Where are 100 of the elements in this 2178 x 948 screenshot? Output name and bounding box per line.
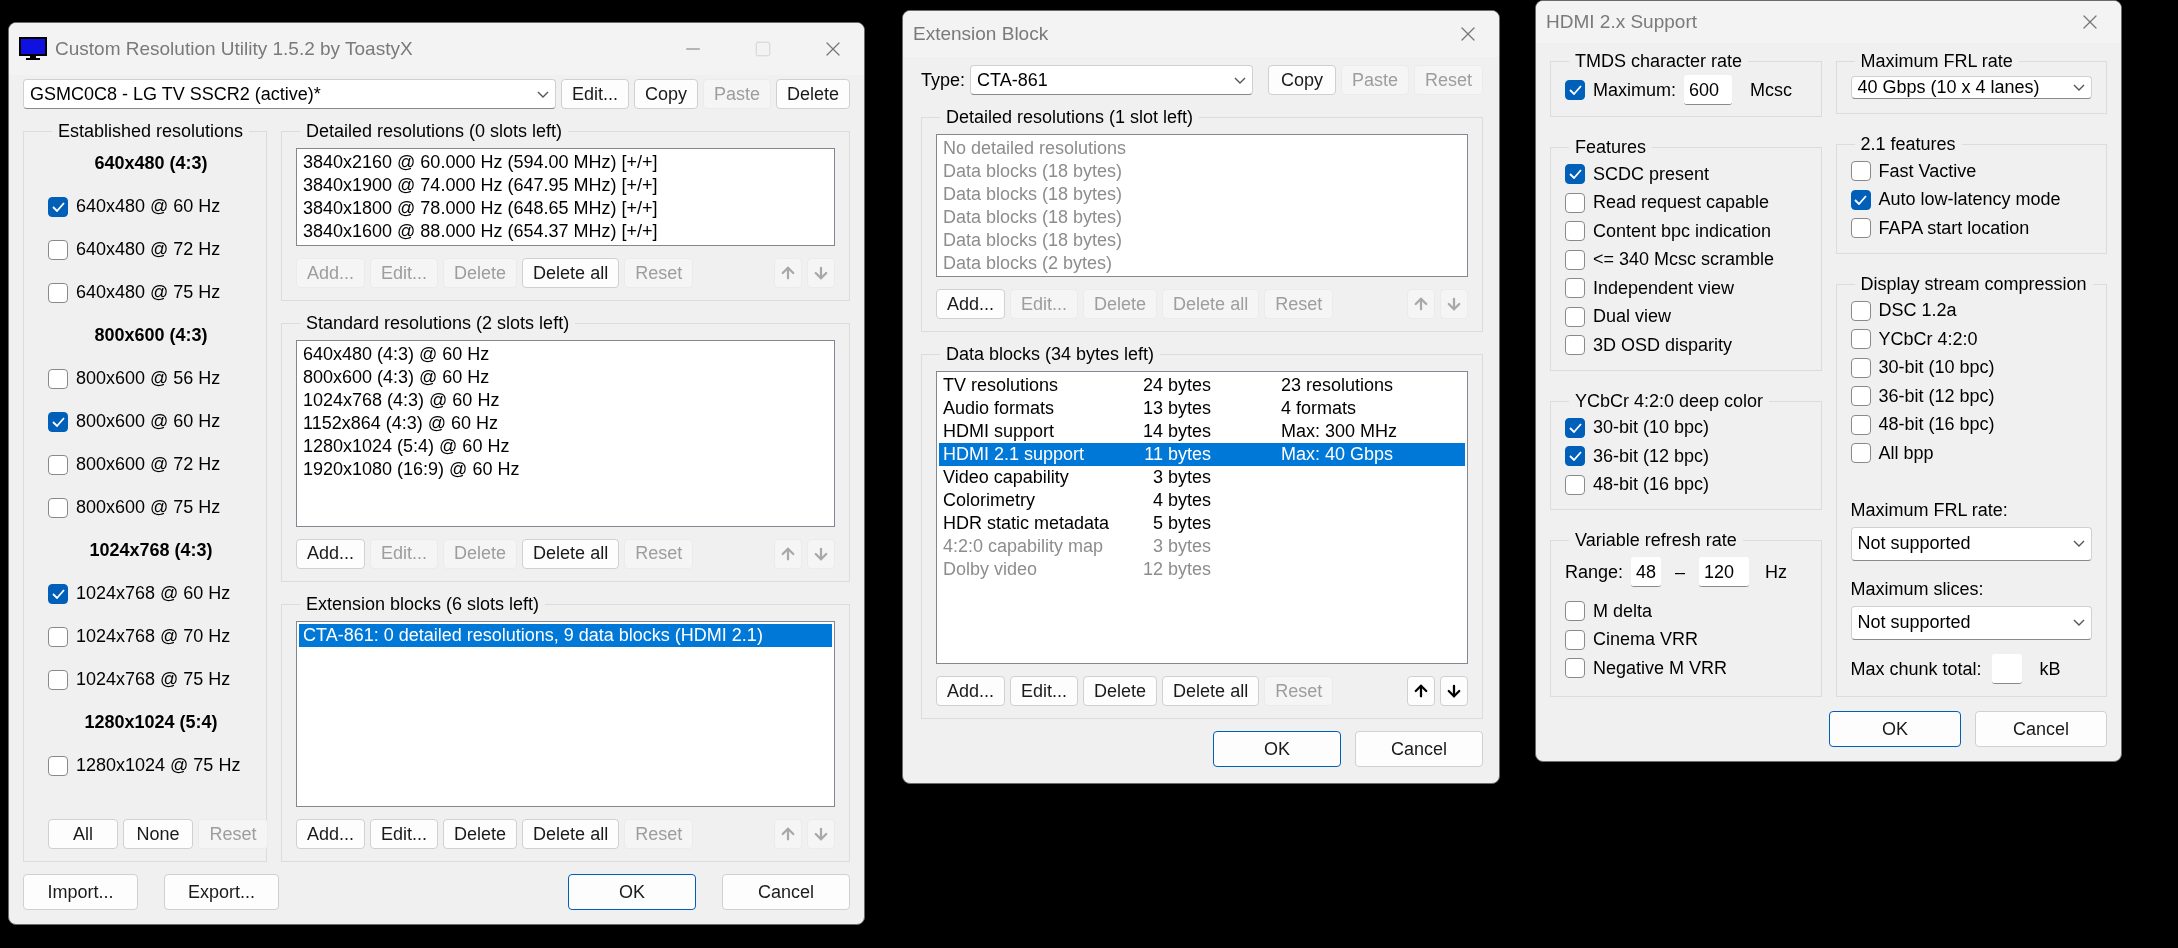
checkbox-label[interactable]: <= 340 Mcsc scramble (1593, 249, 1775, 271)
button[interactable]: Copy (1267, 65, 1336, 95)
button[interactable]: Edit... (1010, 676, 1079, 706)
dropdown[interactable]: CTA-861 (970, 65, 1254, 95)
list-item[interactable]: Colorimetry 4 bytes (939, 489, 1465, 512)
checkbox[interactable] (1565, 474, 1585, 495)
checkbox[interactable] (1850, 443, 1871, 464)
checkbox[interactable] (1850, 161, 1871, 182)
button[interactable]: Delete all (522, 538, 620, 569)
button[interactable]: Copy (633, 79, 698, 109)
checkbox-label[interactable]: 48-bit (16 bpc) (1878, 414, 1995, 436)
checkbox-label[interactable]: FAPA start location (1878, 217, 2030, 239)
checkbox[interactable] (1850, 189, 1871, 210)
button[interactable]: OK (568, 874, 696, 910)
button[interactable]: All (48, 819, 118, 849)
checkbox[interactable] (1850, 357, 1871, 378)
checkbox[interactable] (1565, 658, 1585, 679)
checkbox-label[interactable]: Negative M VRR (1593, 657, 1728, 679)
input-field[interactable] (1991, 654, 2022, 684)
list-item[interactable]: 3840x1800 @ 78.000 Hz (648.65 MHz) [+/+] (299, 197, 832, 220)
checkbox-label[interactable]: YCbCr 4:2:0 (1878, 328, 1978, 350)
button[interactable]: Add... (936, 289, 1006, 319)
list-item[interactable]: 640x480 (4:3) @ 60 Hz (299, 343, 832, 366)
list-item[interactable]: HDMI support 14 bytes Max: 300 MHz (939, 420, 1465, 443)
checkbox-label[interactable]: Auto low-latency mode (1878, 189, 2061, 211)
checkbox-label[interactable]: 640x480 @ 60 Hz (76, 196, 221, 217)
button[interactable]: Cancel (722, 874, 850, 910)
checkbox-label[interactable]: DSC 1.2a (1878, 300, 1957, 322)
checkbox-label[interactable]: All bpp (1878, 442, 1934, 464)
checkbox[interactable] (1565, 192, 1585, 213)
checkbox[interactable] (1565, 221, 1585, 242)
list-item[interactable]: CTA-861: 0 detailed resolutions, 9 data blocks (HDMI 2.1) (299, 623, 832, 647)
button[interactable]: None (123, 819, 193, 849)
checkbox[interactable] (48, 669, 68, 690)
checkbox-label[interactable]: 800x600 @ 60 Hz (76, 411, 221, 432)
checkbox[interactable] (1565, 164, 1585, 185)
checkbox-label[interactable]: 800x600 @ 75 Hz (76, 497, 221, 518)
list-item[interactable]: Video capability 3 bytes (939, 466, 1465, 489)
checkbox[interactable] (48, 411, 68, 432)
checkbox[interactable] (1850, 414, 1871, 435)
checkbox[interactable] (48, 497, 68, 518)
checkbox[interactable] (48, 368, 68, 389)
list-item[interactable]: HDMI 2.1 support 11 bytes Max: 40 Gbps (939, 443, 1465, 466)
button[interactable]: Delete all (522, 258, 620, 288)
input-field[interactable]: 48 (1631, 557, 1662, 587)
checkbox[interactable] (1565, 80, 1585, 100)
list-item[interactable]: 3840x2160 @ 60.000 Hz (594.00 MHz) [+/+] (299, 151, 832, 174)
checkbox-label[interactable]: 36-bit (12 bpc) (1593, 445, 1710, 467)
button[interactable]: OK (1213, 731, 1341, 767)
checkbox-label[interactable]: 30-bit (10 bpc) (1593, 417, 1710, 439)
list-item[interactable]: 1280x1024 (5:4) @ 60 Hz (299, 435, 832, 458)
list-item[interactable]: HDR static metadata 5 bytes (939, 512, 1465, 535)
move-down-button[interactable] (1440, 676, 1468, 706)
button[interactable]: Delete all (522, 819, 620, 849)
checkbox[interactable] (1565, 629, 1585, 650)
checkbox-label[interactable]: 36-bit (12 bpc) (1878, 385, 1995, 407)
checkbox-label[interactable]: Read request capable (1593, 192, 1770, 214)
button[interactable]: Edit... (370, 819, 439, 849)
checkbox-label[interactable]: Independent view (1593, 277, 1735, 299)
button[interactable]: OK (1829, 711, 1961, 747)
checkbox[interactable] (1565, 335, 1585, 356)
button[interactable]: Add... (296, 819, 366, 849)
button[interactable]: Edit... (560, 79, 629, 109)
checkbox[interactable] (48, 454, 68, 475)
button[interactable]: Export... (164, 874, 279, 910)
list-item[interactable]: 1024x768 (4:3) @ 60 Hz (299, 389, 832, 412)
button[interactable]: Add... (296, 538, 366, 569)
button[interactable]: Add... (936, 676, 1006, 706)
checkbox-label[interactable]: SCDC present (1593, 163, 1710, 185)
checkbox-label[interactable]: 800x600 @ 56 Hz (76, 368, 221, 389)
list-item[interactable]: TV resolutions 24 bytes 23 resolutions (939, 374, 1465, 397)
checkbox[interactable] (48, 239, 68, 260)
move-up-button[interactable] (1407, 676, 1435, 706)
button[interactable]: Delete (443, 819, 518, 849)
list-item[interactable]: 3840x1600 @ 88.000 Hz (654.37 MHz) [+/+] (299, 220, 832, 243)
checkbox[interactable] (1565, 417, 1585, 438)
checkbox[interactable] (1850, 329, 1871, 350)
button[interactable]: Cancel (1355, 731, 1483, 767)
checkbox[interactable] (1850, 218, 1871, 239)
checkbox-label[interactable]: 30-bit (10 bpc) (1878, 357, 1995, 379)
input-field[interactable]: 600 (1684, 75, 1732, 105)
checkbox[interactable] (1565, 306, 1585, 327)
checkbox[interactable] (48, 583, 68, 604)
button[interactable]: Delete (775, 79, 850, 109)
input-field[interactable]: 120 (1699, 557, 1750, 587)
checkbox-label[interactable]: Dual view (1593, 306, 1672, 328)
checkbox-label[interactable]: 640x480 @ 72 Hz (76, 239, 221, 260)
checkbox-label[interactable]: Fast Vactive (1878, 160, 1977, 182)
checkbox[interactable] (1565, 446, 1585, 467)
dropdown[interactable]: GSMC0C8 - LG TV SSCR2 (active)* (23, 79, 556, 109)
checkbox[interactable] (48, 196, 68, 217)
button[interactable]: Delete (1083, 676, 1158, 706)
dropdown[interactable]: Not supported (1850, 526, 2092, 561)
checkbox[interactable] (48, 755, 68, 776)
checkbox-label[interactable]: M delta (1593, 600, 1653, 622)
button[interactable]: Cancel (1975, 711, 2107, 747)
list-item[interactable]: 1920x1080 (16:9) @ 60 Hz (299, 458, 832, 481)
checkbox[interactable] (1565, 278, 1585, 299)
list-item[interactable]: 3840x1900 @ 74.000 Hz (647.95 MHz) [+/+] (299, 174, 832, 197)
list-item[interactable]: 800x600 (4:3) @ 60 Hz (299, 366, 832, 389)
